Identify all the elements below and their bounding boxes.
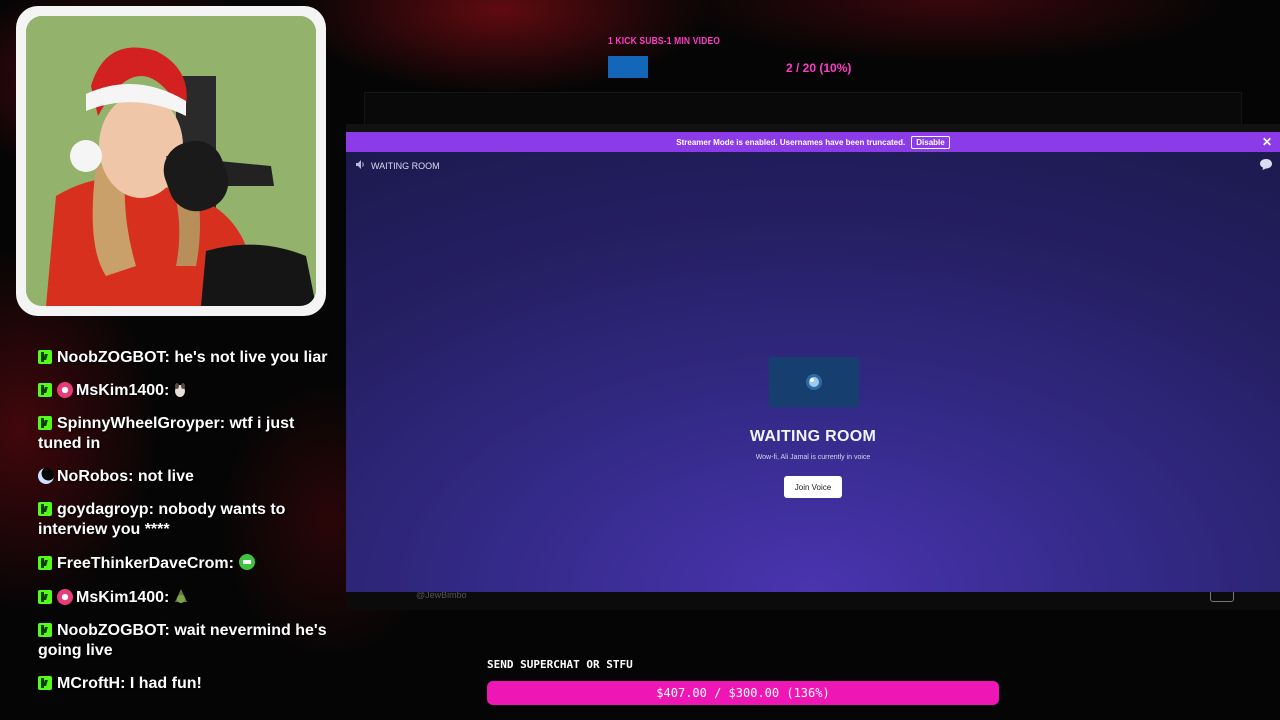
streamer-mode-banner: Streamer Mode is enabled. Usernames have… [346, 132, 1280, 152]
room-header: WAITING ROOM [356, 160, 440, 171]
chat-message: SpinnyWheelGroyper: wtf i just tuned in [38, 414, 330, 454]
kick-badge-icon [38, 676, 52, 690]
close-icon[interactable]: ✕ [1262, 135, 1272, 149]
green-emote-icon [238, 554, 255, 570]
pink-badge-icon [57, 382, 73, 398]
chat-message-text: MsKim1400: [76, 589, 170, 606]
streamer-image [26, 16, 316, 306]
kick-badge-icon [38, 502, 52, 516]
join-voice-button[interactable]: Join Voice [784, 476, 842, 498]
banner-text: Streamer Mode is enabled. Usernames have… [676, 137, 906, 147]
chat-message: NoRobos: not live [38, 467, 330, 487]
chat-message-text: NoobZOGBOT: wait nevermind he's going li… [38, 622, 327, 659]
goal-progress-bar [608, 56, 648, 78]
goal-progress-text: 2 / 20 (10%) [786, 61, 852, 75]
dog-emote-icon [175, 383, 186, 397]
chat-overlay: NoobZOGBOT: he's not live you liar MsKim… [38, 348, 330, 707]
kick-badge-icon [38, 623, 52, 637]
webcam-frame [16, 6, 326, 316]
voice-thumbnail [769, 357, 859, 407]
chat-message: FreeThinkerDaveCrom: [38, 553, 330, 574]
pink-badge-icon [57, 589, 73, 605]
chat-message-text: MsKim1400: [76, 382, 170, 399]
background-bottom-bar: @JewBimbo [346, 582, 1280, 610]
kick-badge-icon [38, 416, 52, 430]
kick-badge-icon [38, 383, 52, 397]
chat-message-text: goydagroyp: nobody wants to interview yo… [38, 501, 286, 538]
kick-badge-icon [38, 590, 52, 604]
pepe-emote-icon [175, 589, 188, 603]
goal-title: 1 KICK SUBS-1 MIN VIDEO [608, 36, 721, 47]
chat-bubble-icon[interactable] [1260, 159, 1272, 170]
webcam-feed [26, 16, 316, 306]
kick-badge-icon [38, 556, 52, 570]
server-icon [806, 374, 822, 390]
chat-message-text: SpinnyWheelGroyper: wtf i just tuned in [38, 415, 295, 452]
chat-message: MCroftH: I had fun! [38, 674, 330, 694]
chat-message: goydagroyp: nobody wants to interview yo… [38, 500, 330, 540]
room-title: WAITING ROOM [749, 428, 877, 445]
chat-message-text: NoobZOGBOT: he's not live you liar [57, 349, 328, 366]
superchat-progress-text: $407.00 / $300.00 (136%) [656, 686, 830, 700]
chat-message-text: FreeThinkerDaveCrom: [57, 555, 234, 572]
waiting-room: WAITING ROOM WAITING ROOM Wow-fi, Ali Ja… [346, 152, 1280, 592]
room-subtitle: Wow-fi, Ali Jamal is currently in voice [755, 454, 871, 461]
moon-badge-icon [38, 468, 54, 484]
room-header-label: WAITING ROOM [371, 160, 440, 171]
browser-window: Streamer Mode is enabled. Usernames have… [346, 132, 1280, 592]
chat-message-text: MCroftH: I had fun! [57, 675, 202, 692]
chat-message: MsKim1400: [38, 587, 330, 608]
disable-button[interactable]: Disable [911, 135, 950, 149]
chat-message: MsKim1400: [38, 381, 330, 401]
superchat-progress-bar: $407.00 / $300.00 (136%) [487, 681, 999, 705]
kick-badge-icon [38, 350, 52, 364]
chat-message-text: NoRobos: not live [57, 468, 194, 485]
superchat-label: SEND SUPERCHAT OR STFU [487, 658, 633, 671]
speaker-icon [356, 160, 366, 171]
chat-message: NoobZOGBOT: he's not live you liar [38, 348, 330, 368]
chat-message: NoobZOGBOT: wait nevermind he's going li… [38, 621, 330, 661]
